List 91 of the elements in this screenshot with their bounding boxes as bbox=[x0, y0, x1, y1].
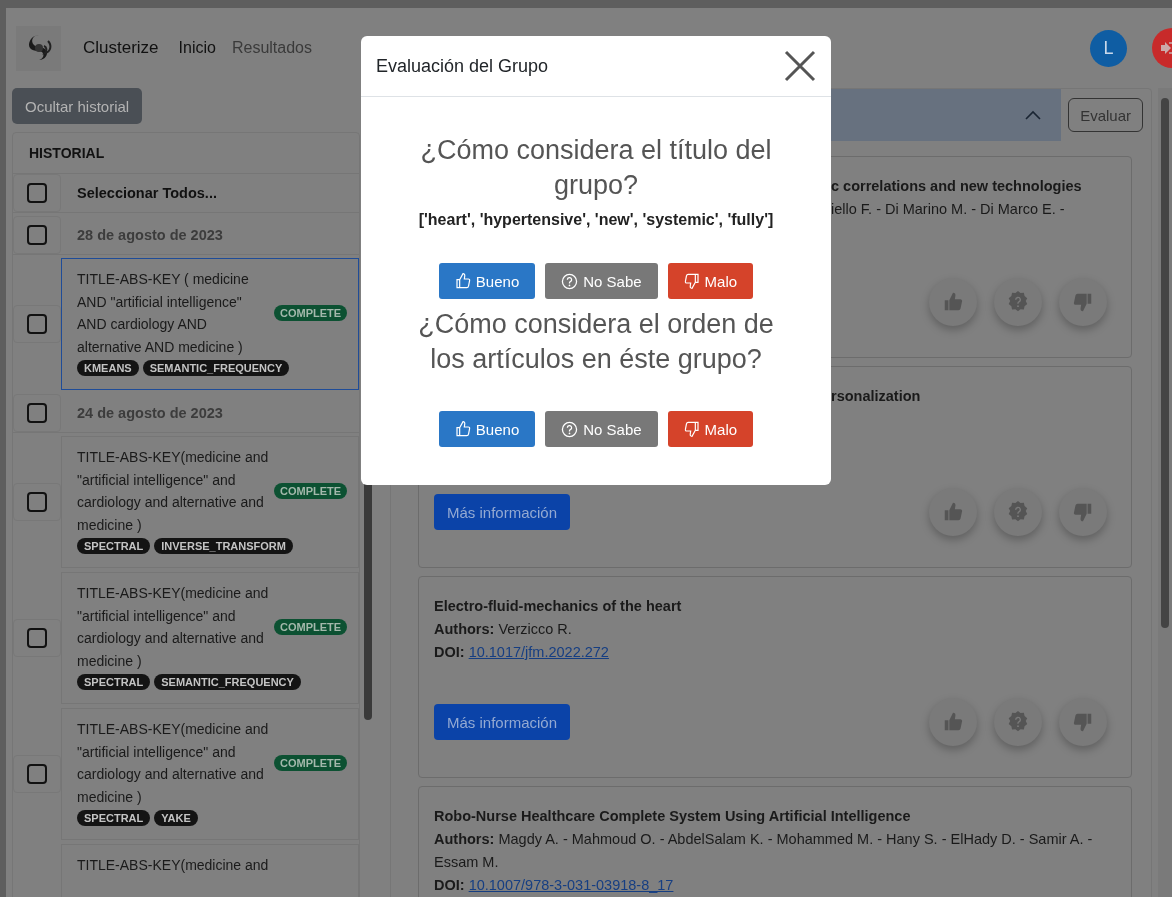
logo-icon[interactable] bbox=[16, 25, 61, 71]
doi-link[interactable]: 10.1017/jfm.2022.272 bbox=[468, 644, 609, 660]
article-title: Robo-Nurse Healthcare Complete System Using Artificial Intelligence bbox=[434, 808, 911, 824]
article-authors: Authors: Verzicco R. bbox=[434, 620, 573, 639]
status-badge: COMPLETE bbox=[274, 483, 348, 500]
question-badge-icon bbox=[1007, 501, 1029, 523]
date-header: 24 de agosto de 2023 bbox=[76, 404, 224, 423]
dialog-title: Evaluación del Grupo bbox=[376, 55, 549, 77]
algorithm-tag: SEMANTIC_FREQUENCY bbox=[154, 674, 301, 691]
status-badge: COMPLETE bbox=[274, 619, 348, 636]
date-checkbox[interactable] bbox=[27, 403, 47, 423]
history-entry[interactable]: TITLE-ABS-KEY(medicine and "artificial intelligence" and cardiology and alternative and medicine ) COMPLETE SPECTRAL YAKE bbox=[61, 708, 359, 840]
query-text: TITLE-ABS-KEY(medicine and "artificial intelligence" and cardiology and alternative and medicine ) bbox=[77, 720, 270, 807]
doi-link[interactable]: 10.1007/978-3-031-03918-8_17 bbox=[468, 877, 674, 893]
algorithm-tag: KMEANS bbox=[77, 360, 139, 377]
doi-label: DOI: bbox=[434, 644, 465, 660]
question-heading: ¿Cómo considera el orden de los artículos en éste grupo? bbox=[417, 308, 775, 376]
close-icon[interactable] bbox=[784, 50, 816, 82]
history-entry[interactable]: TITLE-ABS-KEY(medicine and "artificial intelligence" and cardiology and alternative and medicine ) COMPLETE SPECTRAL INVERSE_TRANSFORM bbox=[61, 436, 359, 568]
date-header: 28 de agosto de 2023 bbox=[76, 226, 224, 245]
query-checkbox[interactable] bbox=[27, 314, 47, 334]
nav-link[interactable]: Resultados bbox=[231, 39, 312, 57]
chevron-up-icon bbox=[1025, 110, 1042, 120]
group-keywords: ['heart', 'hypertensive', 'new', 'systemic', 'fully'] bbox=[417, 211, 775, 229]
thumbs-down-icon bbox=[1072, 291, 1094, 313]
logout-icon bbox=[1160, 42, 1172, 54]
dislike-button[interactable] bbox=[1059, 488, 1107, 536]
question-badge-icon bbox=[1007, 291, 1029, 313]
unsure-button[interactable] bbox=[994, 698, 1042, 746]
select-all-label: Seleccionar Todos... bbox=[76, 184, 218, 203]
article-authors: Authors: Magdy A. - Mahmoud O. - AbdelSalam K. - Mohammed M. - Hany S. - ElHady D. - Samir A. - Essam M. bbox=[434, 830, 1094, 872]
thumbs-up-icon bbox=[942, 711, 964, 733]
algorithm-tag: SEMANTIC_FREQUENCY bbox=[142, 360, 290, 377]
algorithm-tag: INVERSE_TRANSFORM bbox=[154, 538, 293, 555]
thumbs-up-icon bbox=[454, 420, 471, 438]
unsure-button[interactable] bbox=[994, 278, 1042, 326]
more-info-button[interactable]: Más información bbox=[434, 704, 571, 740]
query-text: TITLE-ABS-KEY(medicine and bbox=[77, 856, 270, 875]
nav-link[interactable]: Inicio bbox=[178, 39, 216, 57]
good-button[interactable]: Bueno bbox=[438, 263, 536, 299]
dislike-button[interactable] bbox=[1059, 698, 1107, 746]
article-authors: iello F. - Di Marino M. - Di Marco E. - bbox=[831, 201, 1065, 217]
date-checkbox[interactable] bbox=[27, 225, 47, 245]
like-button[interactable] bbox=[929, 278, 977, 326]
select-all-checkbox[interactable] bbox=[27, 183, 47, 203]
unknown-button[interactable]: No Sabe bbox=[545, 263, 658, 299]
article-title: Electro-fluid-mechanics of the heart bbox=[434, 598, 682, 614]
question-badge-icon bbox=[1007, 711, 1029, 733]
history-entry[interactable]: TITLE-ABS-KEY(medicine and "artificial intelligence" and cardiology and alternative and medicine ) COMPLETE SPECTRAL SEMANTIC_FREQUENCY bbox=[61, 572, 359, 704]
dislike-button[interactable] bbox=[1059, 278, 1107, 326]
algorithm-tag: SPECTRAL bbox=[77, 674, 151, 691]
good-button[interactable]: Bueno bbox=[438, 411, 536, 447]
unsure-button[interactable] bbox=[994, 488, 1042, 536]
thumbs-up-icon bbox=[942, 291, 964, 313]
thumbs-down-icon bbox=[683, 420, 700, 438]
thumbs-down-icon bbox=[683, 272, 700, 290]
doi-label: DOI: bbox=[434, 877, 465, 893]
bad-button[interactable]: Malo bbox=[667, 263, 754, 299]
algorithm-tag: SPECTRAL bbox=[77, 538, 151, 555]
query-checkbox[interactable] bbox=[27, 764, 47, 784]
algorithm-tag: SPECTRAL bbox=[77, 810, 151, 827]
article-title: c correlations and new technologies bbox=[831, 178, 1082, 194]
more-info-button[interactable]: Más información bbox=[434, 494, 571, 530]
status-badge: COMPLETE bbox=[274, 755, 348, 772]
thumbs-up-icon bbox=[454, 272, 471, 290]
query-text: TITLE-ABS-KEY(medicine and "artificial intelligence" and cardiology and alternative and medicine ) bbox=[77, 448, 270, 535]
question-circle-icon bbox=[561, 420, 579, 438]
thumbs-down-icon bbox=[1072, 711, 1094, 733]
like-button[interactable] bbox=[929, 698, 977, 746]
like-button[interactable] bbox=[929, 488, 977, 536]
history-title: HISTORIAL bbox=[13, 133, 359, 174]
scrollbar-thumb[interactable] bbox=[1161, 98, 1169, 628]
algorithm-tag: YAKE bbox=[154, 810, 198, 827]
question-circle-icon bbox=[561, 272, 579, 290]
status-badge: COMPLETE bbox=[274, 305, 348, 322]
thumbs-down-icon bbox=[1072, 501, 1094, 523]
question-heading: ¿Cómo considera el título del grupo? bbox=[419, 134, 773, 202]
history-entry[interactable]: TITLE-ABS-KEY(medicine and bbox=[61, 844, 359, 897]
hide-history-button[interactable]: Ocultar historial bbox=[12, 88, 143, 124]
query-text: TITLE-ABS-KEY(medicine and "artificial intelligence" and cardiology and alternative and medicine ) bbox=[77, 584, 270, 671]
thumbs-up-icon bbox=[942, 501, 964, 523]
query-checkbox[interactable] bbox=[27, 492, 47, 512]
user-avatar[interactable]: L bbox=[1090, 29, 1127, 67]
evaluate-button[interactable]: Evaluar bbox=[1068, 98, 1143, 132]
query-text: TITLE-ABS-KEY ( medicine AND "artificial intelligence" AND cardiology AND alternative AND medicine ) bbox=[77, 270, 250, 357]
article-title: rsonalization bbox=[831, 388, 921, 404]
bad-button[interactable]: Malo bbox=[667, 411, 754, 447]
brand-name[interactable]: Clusterize bbox=[83, 38, 159, 58]
history-entry[interactable]: TITLE-ABS-KEY ( medicine AND "artificial intelligence" AND cardiology AND alternative AND medicine ) COMPLETE KMEANS SEMANTIC_FREQUENCY bbox=[61, 258, 359, 390]
unknown-button[interactable]: No Sabe bbox=[545, 411, 658, 447]
query-checkbox[interactable] bbox=[27, 628, 47, 648]
